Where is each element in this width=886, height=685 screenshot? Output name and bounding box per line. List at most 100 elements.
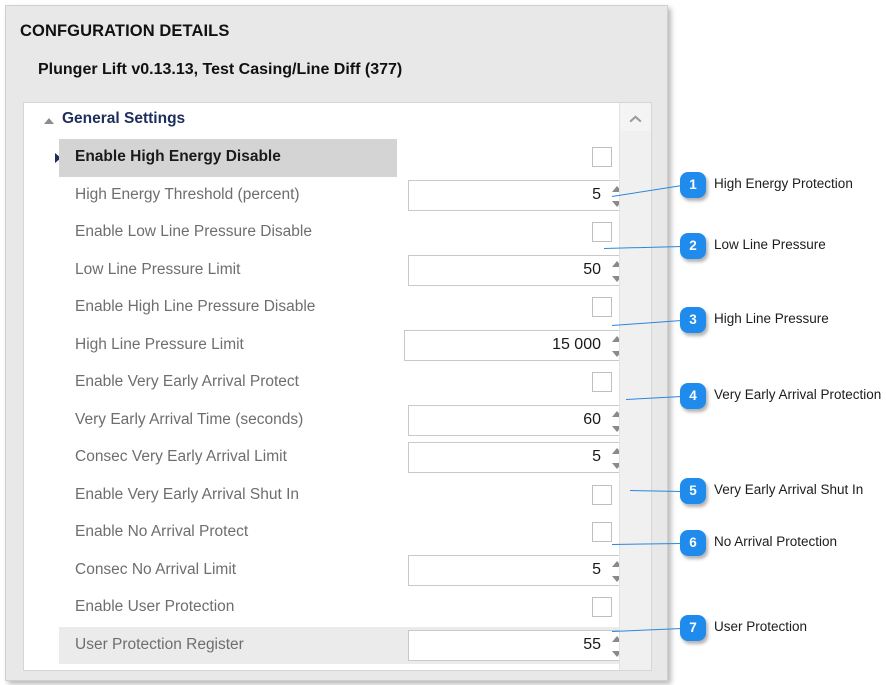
- number-input[interactable]: 55: [408, 629, 633, 661]
- row-value-cell: 15 000: [397, 327, 643, 365]
- row-value-cell: 5: [397, 439, 643, 477]
- setting-label: High Line Pressure Limit: [75, 335, 244, 353]
- row-label-cell: User Protection Register: [59, 626, 397, 664]
- settings-rows: Enable High Energy Disable High Energy Th…: [24, 139, 651, 664]
- callout-badge: 1: [680, 172, 706, 198]
- row-value-cell: [397, 289, 643, 327]
- callout-label: Low Line Pressure: [714, 237, 826, 252]
- checkbox[interactable]: [592, 484, 612, 505]
- row-value-cell: 50: [397, 252, 643, 290]
- callout-badge: 5: [680, 478, 706, 504]
- number-input[interactable]: 15 000: [404, 329, 633, 361]
- setting-label: Consec No Arrival Limit: [75, 560, 237, 578]
- callout-badge: 2: [680, 233, 706, 259]
- row-value-cell: [397, 214, 643, 252]
- setting-label: High Energy Threshold (percent): [75, 185, 300, 203]
- callout-badge: 6: [680, 530, 706, 556]
- setting-label: Enable Very Early Arrival Shut In: [75, 485, 300, 503]
- settings-row[interactable]: High Line Pressure Limit 15 000: [24, 327, 651, 365]
- number-input-value: 5: [592, 560, 601, 578]
- callout-label: High Energy Protection: [714, 176, 853, 191]
- row-value-cell: [397, 589, 643, 627]
- setting-label: Consec Very Early Arrival Limit: [75, 448, 287, 465]
- callout-label: High Line Pressure: [714, 311, 829, 326]
- setting-label: Enable No Arrival Protect: [75, 523, 249, 540]
- number-input-value: 5: [592, 448, 601, 465]
- settings-row[interactable]: Enable Very Early Arrival Shut In: [24, 477, 651, 515]
- row-value-cell: 5: [397, 552, 643, 590]
- row-label-cell: High Energy Threshold (percent): [59, 177, 397, 215]
- settings-row[interactable]: Consec Very Early Arrival Limit 5: [24, 439, 651, 477]
- settings-row[interactable]: Very Early Arrival Time (seconds) 60: [24, 402, 651, 440]
- chevron-up-icon: [630, 115, 641, 122]
- number-input-value: 15 000: [552, 335, 601, 353]
- row-label-cell: Low Line Pressure Limit: [59, 252, 397, 290]
- settings-row[interactable]: User Protection Register 55: [24, 626, 651, 664]
- callout-label: Very Early Arrival Shut In: [714, 482, 864, 497]
- number-input[interactable]: 5: [408, 179, 633, 211]
- vertical-scrollbar[interactable]: [619, 103, 651, 670]
- number-input[interactable]: 5: [408, 442, 633, 473]
- row-value-cell: 60: [397, 402, 643, 440]
- setting-label: Enable Very Early Arrival Protect: [75, 373, 299, 390]
- settings-row[interactable]: High Energy Threshold (percent) 5: [24, 177, 651, 215]
- setting-label: Enable Low Line Pressure Disable: [75, 223, 312, 240]
- row-label-cell: Consec Very Early Arrival Limit: [59, 439, 397, 477]
- checkbox[interactable]: [592, 222, 612, 242]
- settings-row[interactable]: Consec No Arrival Limit 5: [24, 552, 651, 590]
- page-title: CONFGURATION DETAILS: [20, 22, 230, 40]
- row-value-cell: 55: [397, 626, 643, 664]
- row-value-cell: 5: [397, 177, 643, 215]
- row-label-cell: Enable Very Early Arrival Shut In: [59, 477, 397, 515]
- callout-badge: 7: [680, 615, 706, 641]
- setting-label: Very Early Arrival Time (seconds): [75, 410, 304, 428]
- row-value-cell: [397, 477, 643, 515]
- setting-label: User Protection Register: [75, 635, 244, 653]
- row-value-cell: [397, 364, 643, 402]
- row-label-cell: Enable High Energy Disable: [59, 139, 397, 177]
- number-input[interactable]: 60: [408, 404, 633, 436]
- row-value-cell: [397, 139, 643, 177]
- settings-row[interactable]: Enable No Arrival Protect: [24, 514, 651, 552]
- settings-row[interactable]: Low Line Pressure Limit 50: [24, 252, 651, 290]
- setting-label: Enable User Protection: [75, 598, 235, 615]
- callout-badge: 4: [680, 383, 706, 409]
- number-input-value: 5: [592, 185, 601, 203]
- settings-list: General Settings Enable High Energy Disa…: [23, 102, 652, 671]
- row-label-cell: Enable High Line Pressure Disable: [59, 289, 397, 327]
- callout-badge: 3: [680, 307, 706, 333]
- checkbox[interactable]: [592, 372, 612, 392]
- checkbox[interactable]: [592, 147, 612, 167]
- row-label-cell: High Line Pressure Limit: [59, 327, 397, 365]
- row-label-cell: Enable User Protection: [59, 589, 397, 627]
- group-title: General Settings: [62, 110, 186, 127]
- settings-row[interactable]: Enable High Energy Disable: [24, 139, 651, 177]
- chevron-up-icon[interactable]: [44, 118, 54, 124]
- row-label-cell: Enable Low Line Pressure Disable: [59, 214, 397, 252]
- number-input-value: 50: [583, 260, 601, 278]
- setting-label: Low Line Pressure Limit: [75, 260, 241, 278]
- checkbox[interactable]: [592, 597, 612, 617]
- panel-subtitle: Plunger Lift v0.13.13, Test Casing/Line …: [38, 61, 403, 78]
- row-value-cell: [397, 514, 643, 552]
- row-label-cell: Enable Very Early Arrival Protect: [59, 364, 397, 402]
- row-label-cell: Enable No Arrival Protect: [59, 514, 397, 552]
- settings-row[interactable]: Enable High Line Pressure Disable: [24, 289, 651, 327]
- number-input[interactable]: 5: [408, 554, 633, 586]
- number-input[interactable]: 50: [408, 254, 633, 286]
- group-header-general-settings[interactable]: General Settings: [24, 103, 651, 139]
- row-label-cell: Very Early Arrival Time (seconds): [59, 402, 397, 440]
- callout-label: Very Early Arrival Protection: [714, 387, 882, 402]
- setting-label: Enable High Energy Disable: [75, 148, 281, 165]
- settings-row[interactable]: Enable Very Early Arrival Protect: [24, 364, 651, 402]
- settings-row[interactable]: Enable User Protection: [24, 589, 651, 627]
- number-input-value: 60: [583, 410, 601, 428]
- scroll-up-button[interactable]: [620, 103, 651, 131]
- checkbox[interactable]: [592, 522, 612, 542]
- configuration-details-panel: CONFGURATION DETAILS Plunger Lift v0.13.…: [5, 5, 668, 681]
- checkbox[interactable]: [592, 297, 612, 317]
- row-label-cell: Consec No Arrival Limit: [59, 552, 397, 590]
- settings-row[interactable]: Enable Low Line Pressure Disable: [24, 214, 651, 252]
- callout-label: No Arrival Protection: [714, 534, 838, 549]
- callout-label: User Protection: [714, 619, 808, 634]
